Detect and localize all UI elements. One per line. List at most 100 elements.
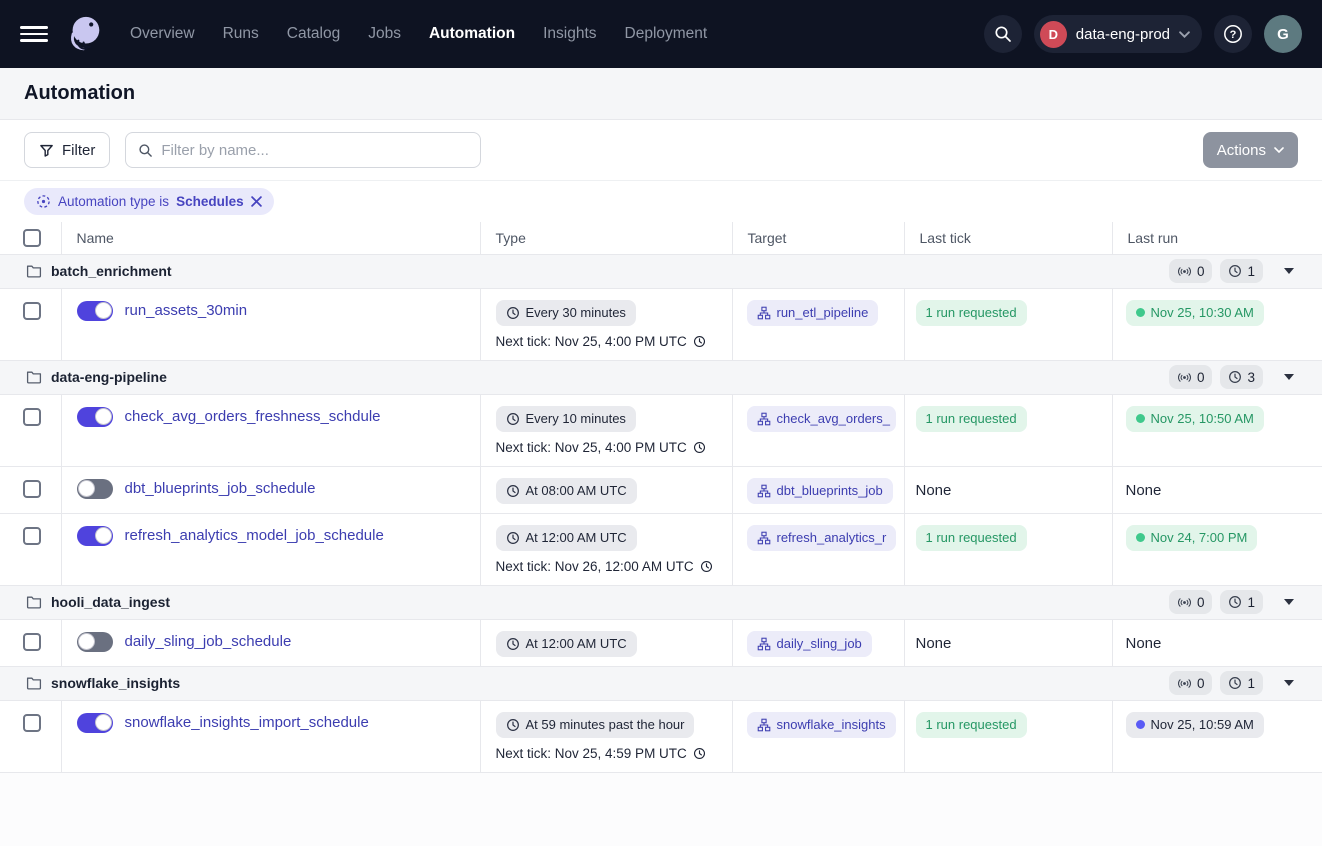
last-tick-status[interactable]: 1 run requested — [916, 406, 1027, 432]
search-icon — [138, 143, 153, 158]
job-icon — [757, 531, 771, 545]
deployment-name: data-eng-prod — [1076, 26, 1170, 43]
group-collapse-button[interactable] — [1278, 676, 1300, 690]
nav-item-jobs[interactable]: Jobs — [368, 25, 401, 43]
target-job-link[interactable]: dbt_blueprints_job — [747, 478, 893, 504]
schedule-type-pill: At 08:00 AM UTC — [496, 478, 637, 504]
column-header-last-run: Last run — [1112, 222, 1322, 254]
run-status-dot — [1136, 308, 1145, 317]
last-tick-status[interactable]: 1 run requested — [916, 525, 1027, 551]
last-run-link[interactable]: Nov 25, 10:50 AM — [1126, 406, 1264, 432]
schedule-name-link[interactable]: snowflake_insights_import_schedule — [125, 714, 369, 731]
remove-filter-icon[interactable] — [251, 196, 262, 207]
schedule-toggle[interactable] — [77, 526, 113, 546]
deployment-switcher[interactable]: D data-eng-prod — [1034, 15, 1202, 53]
clock-icon — [700, 560, 713, 573]
run-status-dot — [1136, 533, 1145, 542]
next-tick-text: Next tick: Nov 25, 4:00 PM UTC — [496, 440, 722, 455]
job-icon — [757, 306, 771, 320]
schedule-name-link[interactable]: dbt_blueprints_job_schedule — [125, 480, 316, 497]
schedule-type-pill: At 12:00 AM UTC — [496, 525, 637, 551]
run-status-dot — [1136, 414, 1145, 423]
schedule-row: daily_sling_job_schedule At 12:00 AM UTC… — [0, 619, 1322, 666]
last-tick-none: None — [916, 482, 952, 499]
chevron-down-icon — [1274, 147, 1284, 153]
dagster-logo — [64, 13, 106, 55]
group-collapse-button[interactable] — [1278, 595, 1300, 609]
folder-icon — [26, 263, 42, 279]
target-job-link[interactable]: snowflake_insights — [747, 712, 896, 738]
schedule-name-link[interactable]: run_assets_30min — [125, 302, 248, 319]
schedule-toggle[interactable] — [77, 479, 113, 499]
clock-icon — [506, 718, 520, 732]
last-tick-status[interactable]: 1 run requested — [916, 712, 1027, 738]
row-checkbox[interactable] — [23, 480, 41, 498]
schedule-name-link[interactable]: refresh_analytics_model_job_schedule — [125, 527, 384, 544]
top-nav: Overview Runs Catalog Jobs Automation Insight… — [0, 0, 1322, 68]
target-job-link[interactable]: run_etl_pipeline — [747, 300, 879, 326]
target-job-link[interactable]: refresh_analytics_r — [747, 525, 896, 551]
actions-button[interactable]: Actions — [1203, 132, 1298, 168]
last-run-none: None — [1126, 635, 1162, 652]
menu-icon[interactable] — [20, 23, 48, 45]
last-run-link[interactable]: Nov 25, 10:30 AM — [1126, 300, 1264, 326]
last-tick-status[interactable]: 1 run requested — [916, 300, 1027, 326]
caret-down-icon — [1284, 680, 1294, 686]
column-header-target: Target — [732, 222, 904, 254]
folder-icon — [26, 675, 42, 691]
nav-item-catalog[interactable]: Catalog — [287, 25, 340, 43]
filter-button[interactable]: Filter — [24, 132, 110, 168]
chevron-down-icon — [1179, 31, 1190, 38]
nav-item-runs[interactable]: Runs — [223, 25, 259, 43]
job-icon — [757, 637, 771, 651]
job-icon — [757, 484, 771, 498]
clock-icon — [506, 531, 520, 545]
row-checkbox[interactable] — [23, 714, 41, 732]
last-run-link[interactable]: Nov 24, 7:00 PM — [1126, 525, 1258, 551]
group-row-snowflake_insights: snowflake_insights 0 1 — [0, 666, 1322, 700]
clock-icon — [1228, 264, 1242, 278]
target-job-link[interactable]: check_avg_orders_ — [747, 406, 896, 432]
clock-icon — [693, 747, 706, 760]
row-checkbox[interactable] — [23, 633, 41, 651]
target-job-link[interactable]: daily_sling_job — [747, 631, 872, 657]
schedule-name-link[interactable]: check_avg_orders_freshness_schdule — [125, 408, 381, 425]
clock-icon — [506, 637, 520, 651]
group-name: data-eng-pipeline — [51, 369, 167, 385]
nav-item-insights[interactable]: Insights — [543, 25, 596, 43]
automation-table: NameTypeTargetLast tickLast run batch_en… — [0, 222, 1322, 773]
row-checkbox[interactable] — [23, 302, 41, 320]
clock-icon — [693, 335, 706, 348]
column-header-type: Type — [480, 222, 732, 254]
name-filter-input[interactable] — [161, 142, 468, 159]
row-checkbox[interactable] — [23, 527, 41, 545]
nav-item-overview[interactable]: Overview — [130, 25, 195, 43]
group-name: hooli_data_ingest — [51, 594, 170, 610]
search-icon[interactable] — [984, 15, 1022, 53]
schedule-toggle[interactable] — [77, 407, 113, 427]
nav-item-deployment[interactable]: Deployment — [625, 25, 708, 43]
schedule-toggle[interactable] — [77, 632, 113, 652]
schedule-row: refresh_analytics_model_job_schedule At … — [0, 513, 1322, 585]
help-icon[interactable]: ? — [1214, 15, 1252, 53]
row-checkbox[interactable] — [23, 408, 41, 426]
schedule-toggle[interactable] — [77, 713, 113, 733]
user-avatar[interactable]: G — [1264, 15, 1302, 53]
clock-icon — [693, 441, 706, 454]
clock-icon — [506, 306, 520, 320]
schedule-toggle[interactable] — [77, 301, 113, 321]
next-tick-text: Next tick: Nov 26, 12:00 AM UTC — [496, 559, 722, 574]
nav-item-automation[interactable]: Automation — [429, 25, 515, 43]
group-collapse-button[interactable] — [1278, 370, 1300, 384]
job-icon — [757, 718, 771, 732]
main-nav: Overview Runs Catalog Jobs Automation Insight… — [130, 25, 707, 43]
filter-chip-automation-type[interactable]: Automation type is Schedules — [24, 188, 274, 215]
schedule-name-link[interactable]: daily_sling_job_schedule — [125, 633, 292, 650]
group-collapse-button[interactable] — [1278, 264, 1300, 278]
last-run-link[interactable]: Nov 25, 10:59 AM — [1126, 712, 1264, 738]
select-all-checkbox[interactable] — [23, 229, 41, 247]
schedule-type-pill: Every 10 minutes — [496, 406, 636, 432]
column-header-last-tick: Last tick — [904, 222, 1112, 254]
clock-icon — [1228, 676, 1242, 690]
automation-type-icon — [36, 194, 51, 209]
